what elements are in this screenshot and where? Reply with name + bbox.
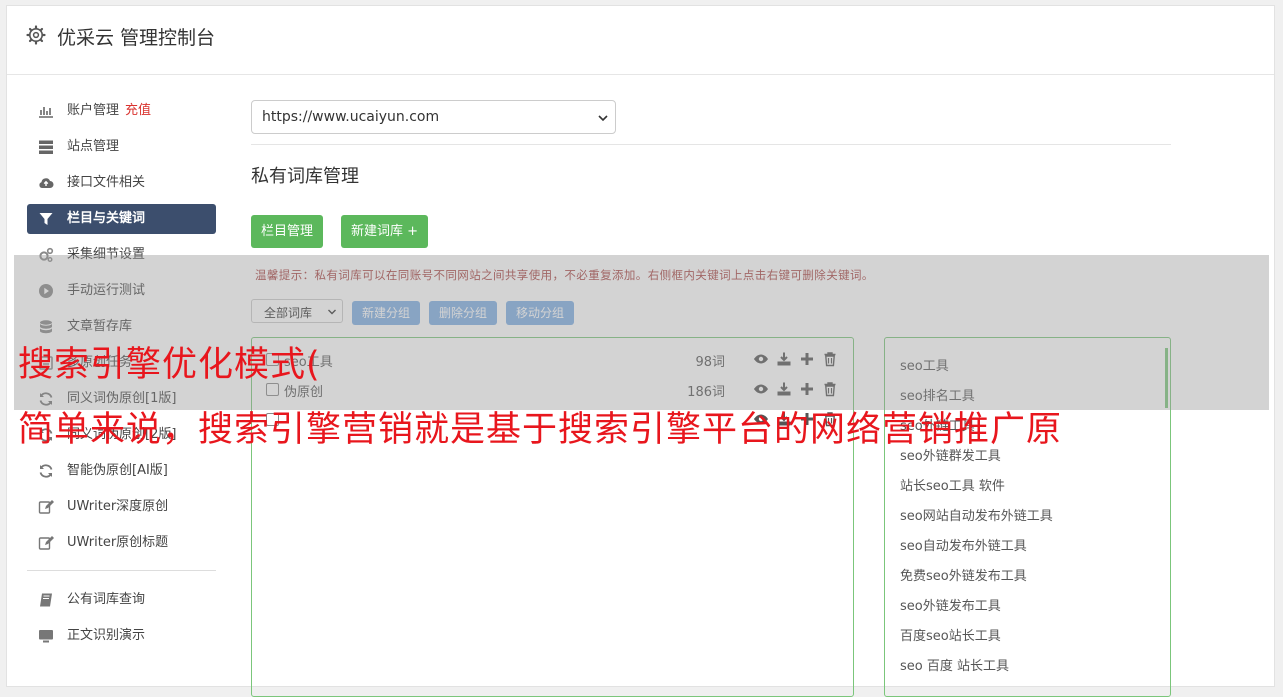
sidebar-item-uwriter-deep[interactable]: UWriter深度原创: [27, 492, 216, 522]
cloud-upload-icon: [39, 178, 54, 188]
column-manage-button[interactable]: 栏目管理: [251, 215, 324, 248]
list-item[interactable]: 百度seo站长工具: [900, 625, 1001, 644]
sidebar-item-label: 公有词库查询: [67, 592, 146, 607]
server-icon: [39, 140, 53, 154]
sidebar-item-sites[interactable]: 站点管理: [27, 132, 216, 162]
sidebar-item-label: 接口文件相关: [67, 175, 146, 190]
list-item[interactable]: 站长seo工具 软件: [900, 475, 1005, 494]
sidebar-divider: [27, 570, 216, 571]
sidebar-item-columns-keywords[interactable]: 栏目与关键词: [27, 204, 216, 234]
chevron-down-icon: [598, 115, 608, 122]
page-title: 优采云 管理控制台: [57, 27, 216, 49]
sidebar-item-label: 正文识别演示: [67, 628, 146, 643]
sidebar-item-label: 账户管理: [67, 103, 120, 118]
list-item[interactable]: seo自动发布外链工具: [900, 535, 1027, 554]
sidebar-item-label: UWriter原创标题: [67, 535, 169, 550]
site-select[interactable]: https://www.ucaiyun.com: [251, 100, 616, 134]
sidebar-item-label: UWriter深度原创: [67, 499, 169, 514]
sidebar-item-label: 智能伪原创[AI版]: [67, 463, 168, 478]
list-item[interactable]: 免费seo外链发布工具: [900, 565, 1027, 584]
sidebar-item-interface[interactable]: 接口文件相关: [27, 168, 216, 198]
divider: [251, 144, 1171, 145]
sidebar-item-label: 栏目与关键词: [67, 211, 146, 226]
edit-icon: [38, 500, 54, 514]
sidebar-item-account[interactable]: 账户管理 充值: [27, 96, 216, 126]
sidebar-item-ai-rewrite[interactable]: 智能伪原创[AI版]: [27, 456, 216, 486]
bar-chart-icon: [39, 107, 53, 118]
recharge-link[interactable]: 充值: [125, 103, 151, 118]
site-select-value: https://www.ucaiyun.com: [262, 109, 440, 125]
sidebar-item-label: 站点管理: [67, 139, 120, 154]
section-title: 私有词库管理: [251, 166, 359, 187]
new-lexicon-button[interactable]: 新建词库 +: [341, 215, 429, 248]
refresh-icon: [39, 464, 53, 478]
gear-icon: [26, 25, 46, 45]
sidebar-item-uwriter-title[interactable]: UWriter原创标题: [27, 528, 216, 558]
list-item[interactable]: seo 百度 站长工具: [900, 655, 1009, 674]
header: 优采云 管理控制台: [7, 6, 1274, 75]
edit-icon: [38, 536, 54, 550]
list-item[interactable]: seo网站自动发布外链工具: [900, 505, 1053, 524]
list-item[interactable]: seo外链发布工具: [900, 595, 1001, 614]
overlay-caption-line1: 搜索引擎优化模式(: [18, 345, 321, 385]
filter-icon: [39, 213, 53, 225]
sidebar-item-public-lexicon[interactable]: 公有词库查询: [27, 585, 216, 615]
monitor-icon: [39, 630, 53, 643]
overlay-caption-line2: 简单来说，搜索引擎营销就是基于搜索引擎平台的网络营销推广原: [18, 410, 1063, 450]
book-icon: [40, 593, 52, 607]
sidebar-item-text-recognition[interactable]: 正文识别演示: [27, 621, 216, 651]
